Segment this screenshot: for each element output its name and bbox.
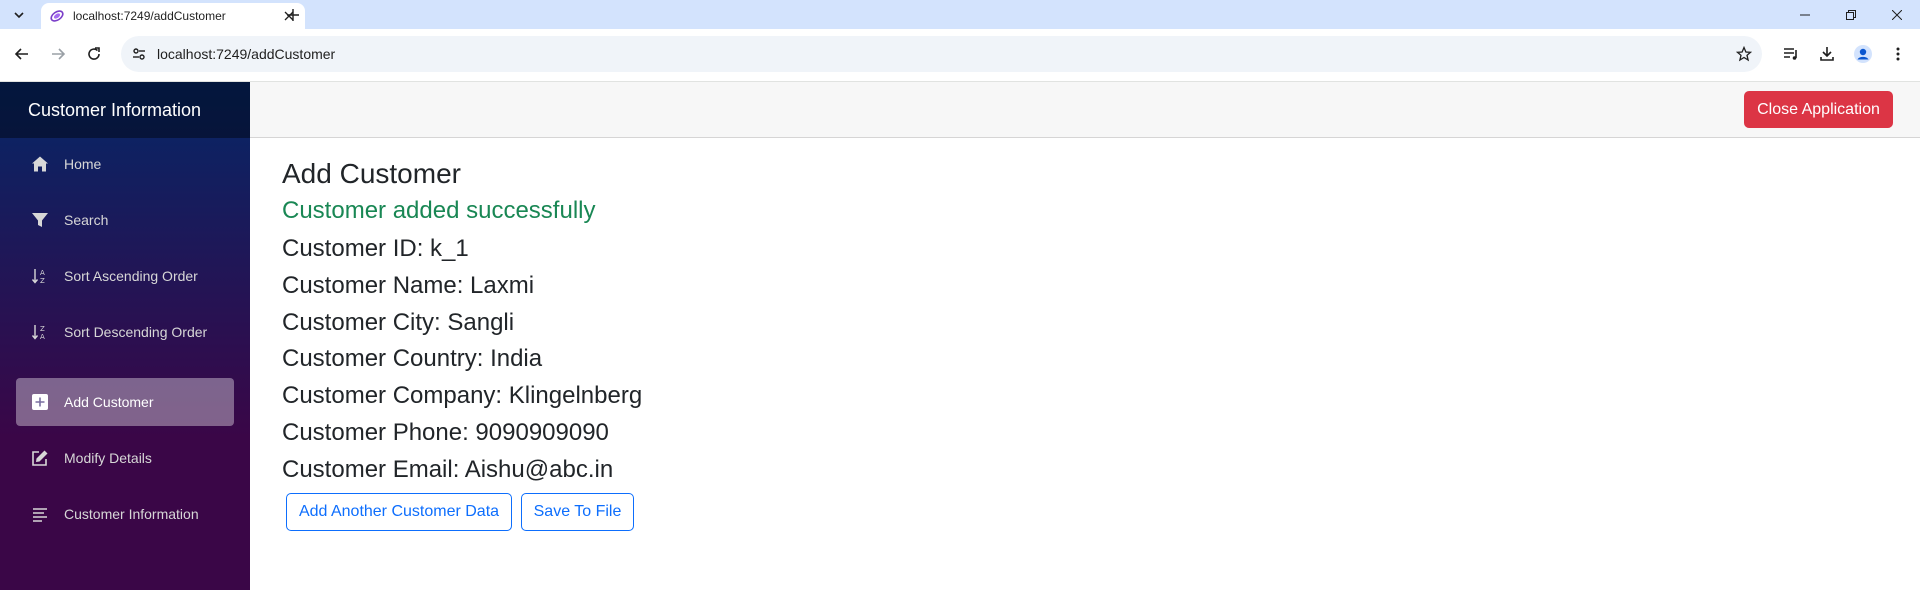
sidebar: Customer Information Home Search AZ Sort…: [0, 82, 250, 590]
more-vert-icon: [1896, 47, 1900, 61]
filter-icon: [30, 210, 50, 230]
browser-tab-strip: localhost:7249/addCustomer: [0, 0, 1920, 29]
sidebar-item-label: Home: [64, 156, 102, 172]
sidebar-brand: Customer Information: [0, 82, 250, 138]
sidebar-item-label: Sort Ascending Order: [64, 268, 198, 284]
sidebar-item-home[interactable]: Home: [16, 140, 234, 188]
reading-list-button[interactable]: [1779, 42, 1803, 66]
sidebar-item-label: Search: [64, 212, 109, 228]
sidebar-item-label: Customer Information: [64, 506, 199, 522]
svg-text:Z: Z: [40, 325, 45, 333]
svg-text:Z: Z: [40, 277, 45, 285]
minimize-icon: [1800, 14, 1810, 15]
avatar-icon: [1854, 45, 1872, 63]
sort-descending-icon: ZA: [30, 322, 50, 342]
tab-title: localhost:7249/addCustomer: [73, 9, 226, 23]
star-icon: [1736, 46, 1752, 62]
customer-id-text: Customer ID: k_1: [282, 235, 469, 262]
customer-country-text: Customer Country: India: [282, 345, 543, 372]
page-title: Add Customer: [282, 158, 461, 189]
tune-icon: [133, 48, 145, 60]
close-window-button[interactable]: [1874, 0, 1920, 29]
home-icon: [30, 154, 50, 174]
download-icon: [1820, 47, 1834, 61]
new-tab-button[interactable]: [283, 5, 303, 25]
sort-ascending-icon: AZ: [30, 266, 50, 286]
browser-menu-button[interactable]: [1886, 42, 1910, 66]
address-bar[interactable]: localhost:7249/addCustomer: [121, 36, 1762, 72]
back-button[interactable]: [10, 42, 34, 66]
url-text: localhost:7249/addCustomer: [157, 46, 336, 62]
list-icon: [30, 504, 50, 524]
browser-tab[interactable]: localhost:7249/addCustomer: [41, 3, 305, 29]
success-message: Customer added successfully: [282, 197, 596, 224]
sidebar-item-add-customer[interactable]: Add Customer: [16, 378, 234, 426]
sidebar-item-sort-ascending[interactable]: AZ Sort Ascending Order: [16, 252, 234, 300]
svg-text:A: A: [40, 333, 45, 341]
plus-icon: [287, 9, 299, 21]
tab-search-button[interactable]: [7, 5, 31, 25]
customer-name-text: Customer Name: Laxmi: [282, 272, 535, 299]
sidebar-item-label: Modify Details: [64, 450, 152, 466]
close-icon: [1892, 9, 1902, 20]
top-row: Close Application: [250, 82, 1920, 138]
sidebar-item-modify-details[interactable]: Modify Details: [16, 434, 234, 482]
restore-icon: [1846, 9, 1856, 20]
save-to-file-button[interactable]: Save To File: [521, 493, 634, 531]
restore-button[interactable]: [1828, 0, 1874, 29]
chevron-down-icon: [14, 12, 24, 19]
playlist-icon: [1784, 48, 1797, 60]
browser-toolbar: localhost:7249/addCustomer: [0, 29, 1920, 82]
arrow-right-icon: [52, 48, 66, 60]
close-application-button[interactable]: Close Application: [1744, 91, 1893, 128]
forward-button[interactable]: [46, 42, 70, 66]
edit-icon: [30, 448, 50, 468]
customer-company-text: Customer Company: Klingelnberg: [282, 382, 643, 409]
reload-button[interactable]: [82, 42, 106, 66]
customer-phone-text: Customer Phone: 9090909090: [282, 419, 609, 446]
minimize-button[interactable]: [1782, 0, 1828, 29]
reload-icon: [88, 47, 100, 60]
bookmark-button[interactable]: [1734, 44, 1754, 64]
svg-text:A: A: [40, 269, 45, 277]
brand-title[interactable]: Customer Information: [28, 100, 201, 121]
sidebar-item-label: Add Customer: [64, 394, 154, 410]
profile-button[interactable]: [1851, 42, 1875, 66]
customer-email-text: Customer Email: Aishu@abc.in: [282, 456, 614, 483]
sidebar-item-sort-descending[interactable]: ZA Sort Descending Order: [16, 308, 234, 356]
blazor-favicon-icon: [50, 10, 64, 22]
arrow-left-icon: [14, 48, 28, 60]
sidebar-item-customer-information[interactable]: Customer Information: [16, 490, 234, 538]
customer-city-text: Customer City: Sangli: [282, 309, 515, 336]
sidebar-item-label: Sort Descending Order: [64, 324, 208, 340]
add-another-customer-button[interactable]: Add Another Customer Data: [286, 493, 512, 531]
site-info-button[interactable]: [129, 44, 149, 64]
sidebar-item-search[interactable]: Search: [16, 196, 234, 244]
downloads-button[interactable]: [1815, 42, 1839, 66]
plus-square-icon: [30, 392, 50, 412]
